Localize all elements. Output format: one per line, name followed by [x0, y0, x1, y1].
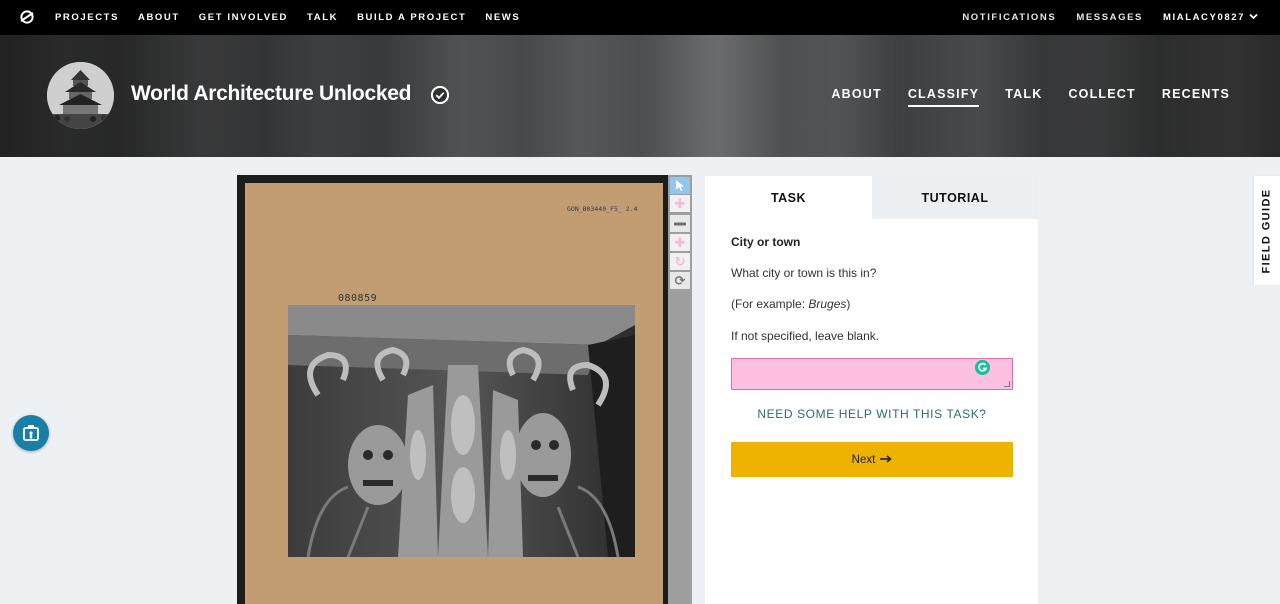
nav-news[interactable]: News: [485, 12, 520, 23]
grammarly-icon[interactable]: [975, 360, 990, 375]
project-avatar[interactable]: [47, 62, 114, 129]
site-navbar: Projects About Get Involved Talk Build a…: [0, 0, 1280, 35]
card-number: 080859: [338, 293, 378, 304]
project-nav-collect[interactable]: COLLECT: [1068, 87, 1135, 107]
site-nav-left: Projects About Get Involved Talk Build a…: [55, 0, 520, 35]
pagoda-image: [47, 62, 114, 129]
archive-card: GON_B03440_F5_ 2.4 080859: [245, 183, 663, 604]
accessibility-button[interactable]: [13, 415, 49, 451]
subject-photo: [288, 305, 635, 557]
task-tabs: TASK TUTORIAL: [705, 176, 1038, 219]
nav-notifications[interactable]: Notifications: [962, 12, 1056, 23]
zoom-in-icon[interactable]: ✚: [670, 234, 690, 251]
field-guide-tab[interactable]: FIELD GUIDE: [1254, 176, 1280, 285]
tab-tutorial[interactable]: TUTORIAL: [872, 176, 1038, 219]
task-panel: TASK TUTORIAL City or town What city or …: [705, 176, 1038, 604]
site-nav-right: Notifications Messages MIALACY0827: [962, 0, 1258, 35]
nav-build-a-project[interactable]: Build a Project: [357, 12, 466, 23]
tab-task[interactable]: TASK: [705, 176, 872, 219]
field-guide-label: FIELD GUIDE: [1261, 187, 1274, 274]
example-suffix: ): [846, 297, 851, 311]
question-text: What city or town is this in?: [731, 266, 877, 280]
username: MIALACY0827: [1162, 12, 1245, 23]
user-menu[interactable]: MIALACY0827: [1163, 12, 1258, 23]
nav-about[interactable]: About: [138, 12, 180, 23]
next-label: Next: [851, 453, 876, 466]
chevron-down-icon: [1249, 12, 1258, 22]
nav-messages[interactable]: Messages: [1076, 12, 1143, 23]
project-nav-classify[interactable]: CLASSIFY: [907, 87, 980, 107]
nav-talk[interactable]: Talk: [307, 12, 338, 23]
project-nav-about[interactable]: ABOUT: [831, 87, 881, 107]
project-header: World Architecture Unlocked ABOUT CLASSI…: [0, 35, 1280, 157]
subject-viewer[interactable]: GON_B03440_F5_ 2.4 080859: [237, 175, 668, 604]
project-title[interactable]: World Architecture Unlocked: [131, 82, 411, 106]
zoom-out-icon[interactable]: [670, 215, 690, 232]
example-value: Bruges: [808, 297, 847, 311]
arrow-right-icon: [880, 454, 893, 466]
rotate-icon[interactable]: ↻: [670, 253, 690, 270]
project-nav: ABOUT CLASSIFY TALK COLLECT RECENTS: [831, 87, 1230, 107]
card-code: GON_B03440_F5_ 2.4: [567, 205, 638, 213]
zooniverse-logo-icon[interactable]: [19, 9, 35, 25]
reset-icon[interactable]: ⟳: [670, 272, 690, 289]
next-button[interactable]: Next: [731, 442, 1013, 477]
check-circle-icon: [431, 86, 449, 104]
question-title: City or town: [731, 235, 801, 249]
viewer-toolbar: ✚ ✚ ↻ ⟳: [668, 175, 692, 604]
question-instruction: If not specified, leave blank.: [731, 329, 880, 343]
carved-capital-image: [288, 305, 635, 557]
project-nav-recents[interactable]: RECENTS: [1162, 87, 1230, 107]
nav-projects[interactable]: Projects: [55, 12, 119, 23]
question-example: (For example: Bruges): [731, 297, 850, 311]
city-or-town-input[interactable]: [731, 358, 1013, 390]
project-nav-talk[interactable]: TALK: [1005, 87, 1042, 107]
help-link[interactable]: NEED SOME HELP WITH THIS TASK?: [731, 407, 1013, 421]
move-tool-icon[interactable]: ✚: [670, 195, 690, 212]
example-prefix: (For example:: [731, 297, 809, 311]
accessibility-icon: [23, 425, 39, 441]
pointer-tool-icon[interactable]: [670, 177, 690, 194]
nav-get-involved[interactable]: Get Involved: [199, 12, 288, 23]
textarea-resize-handle[interactable]: [1004, 381, 1010, 387]
